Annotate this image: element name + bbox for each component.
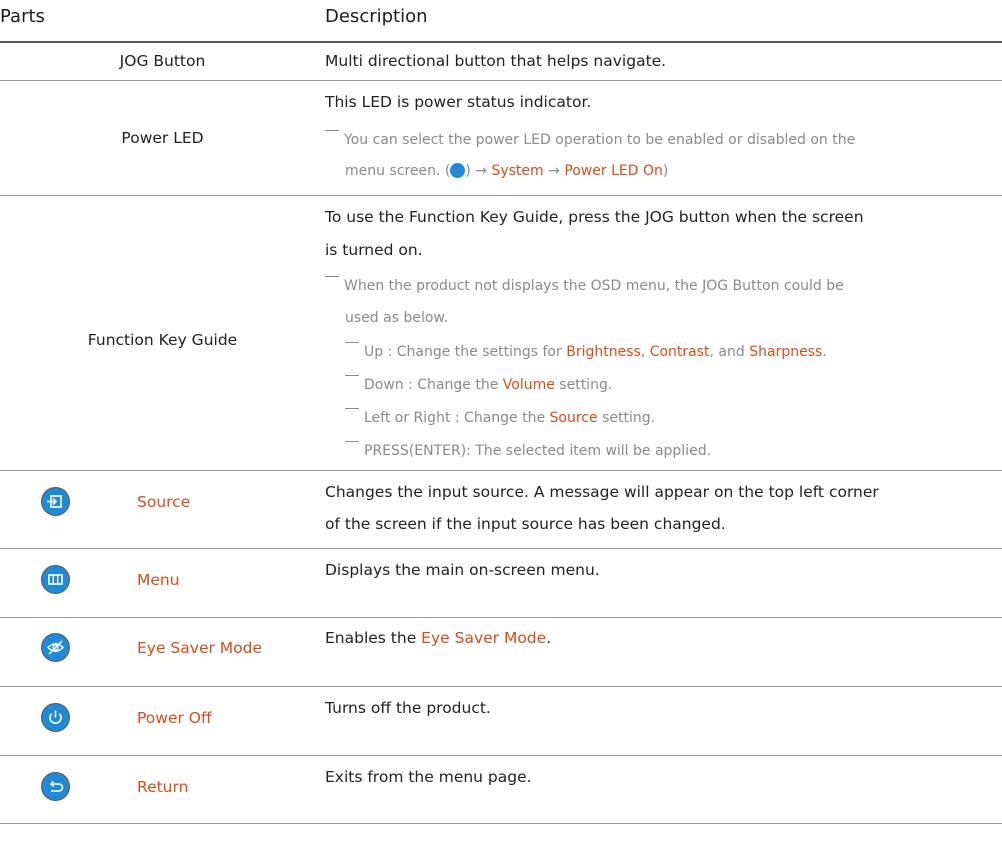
note-power-led-path: menu screen. () → System → Power LED On): [345, 163, 669, 179]
part-jog-button: JOG Button: [119, 52, 206, 70]
part-source: Source: [137, 493, 191, 511]
part-eye-saver-mode: Eye Saver Mode: [137, 639, 263, 657]
system-link: System: [491, 163, 544, 179]
note-dash: [345, 375, 359, 376]
part-function-key-guide: Function Key Guide: [87, 331, 238, 349]
note-fkg-press: PRESS(ENTER): The selected item will be …: [345, 438, 711, 464]
desc-return: Exits from the menu page.: [325, 768, 532, 786]
note-power-led: You can select the power LED operation t…: [325, 127, 855, 153]
desc-fkg-line1: To use the Function Key Guide, press the…: [325, 208, 864, 226]
row-divider: [0, 548, 1002, 549]
desc-jog-button: Multi directional button that helps navi…: [325, 52, 667, 70]
row-divider: [0, 195, 1002, 196]
row-divider: [0, 80, 1002, 81]
note-fkg: When the product not displays the OSD me…: [325, 273, 844, 299]
note-dash: [325, 276, 339, 277]
desc-fkg-line2: is turned on.: [325, 241, 423, 259]
note-dash: [325, 130, 339, 131]
row-divider: [0, 617, 1002, 618]
desc-power-off: Turns off the product.: [325, 699, 491, 717]
source-icon: [41, 487, 70, 516]
header-divider: [0, 41, 1002, 43]
row-divider: [0, 823, 1002, 824]
row-divider: [0, 755, 1002, 756]
desc-eye-saver-mode: Enables the Eye Saver Mode.: [325, 629, 552, 647]
eye-saver-icon: [41, 633, 70, 662]
desc-source-line1: Changes the input source. A message will…: [325, 483, 879, 501]
note-fkg-up: Up : Change the settings for Brightness,…: [345, 339, 827, 365]
desc-menu: Displays the main on-screen menu.: [325, 561, 600, 579]
desc-power-led: This LED is power status indicator.: [325, 93, 592, 111]
power-led-on-link: Power LED On: [564, 163, 663, 179]
note-dash: [345, 441, 359, 442]
row-divider: [0, 686, 1002, 687]
part-power-off: Power Off: [137, 709, 212, 727]
header-parts: Parts: [0, 6, 45, 27]
note-fkg-down: Down : Change the Volume setting.: [345, 372, 612, 398]
power-icon: [41, 703, 70, 732]
note-dash: [345, 408, 359, 409]
row-divider: [0, 470, 1002, 471]
desc-source-line2: of the screen if the input source has be…: [325, 515, 726, 533]
header-description: Description: [325, 6, 428, 27]
note-dash: [345, 342, 359, 343]
note-fkg-left-right: Left or Right : Change the Source settin…: [345, 405, 655, 431]
part-return: Return: [137, 778, 189, 796]
note-fkg-cont: used as below.: [345, 310, 449, 326]
menu-icon: [450, 163, 466, 178]
part-power-led: Power LED: [121, 129, 204, 147]
menu-icon: [41, 565, 70, 594]
part-menu: Menu: [137, 571, 180, 589]
return-icon: [41, 772, 70, 801]
